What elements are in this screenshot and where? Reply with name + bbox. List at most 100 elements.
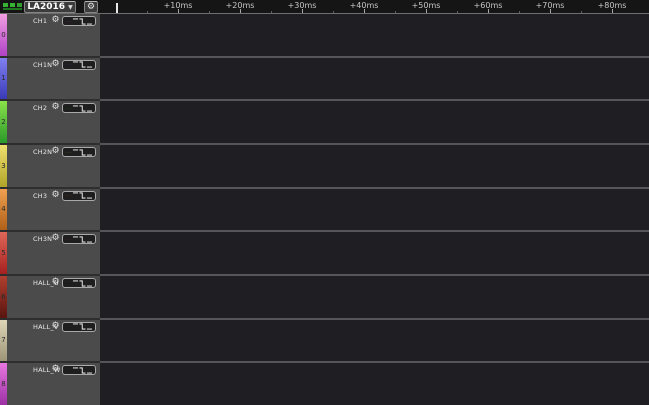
channel-settings-gear-icon[interactable]: ⚙ (50, 59, 61, 70)
falling-edge-trigger-icon[interactable] (79, 191, 86, 200)
trigger-mode-group (62, 147, 96, 157)
channel-number: 0 (0, 31, 7, 39)
falling-edge-trigger-icon[interactable] (79, 235, 86, 244)
waveform-area[interactable] (100, 363, 649, 405)
falling-edge-trigger-icon[interactable] (79, 148, 86, 157)
waveform-area[interactable] (100, 14, 649, 56)
minor-tick (519, 11, 520, 13)
rising-edge-trigger-icon[interactable] (65, 191, 72, 200)
rising-edge-trigger-icon[interactable] (65, 148, 72, 157)
low-level-trigger-icon[interactable] (86, 366, 93, 375)
channel-color-strip: 5 (0, 232, 7, 274)
waveform-area[interactable] (100, 189, 649, 231)
settings-button[interactable]: ⚙ (84, 1, 98, 13)
major-tick (240, 9, 241, 13)
trigger-mode-group (62, 365, 96, 375)
channel-color-strip: 1 (0, 58, 7, 100)
high-level-trigger-icon[interactable] (72, 104, 79, 113)
channel-settings-gear-icon[interactable]: ⚙ (50, 277, 61, 288)
channel-row: 2 CH2 ⚙ (0, 101, 649, 143)
waveform-area[interactable] (100, 58, 649, 100)
falling-edge-trigger-icon[interactable] (79, 104, 86, 113)
high-level-trigger-icon[interactable] (72, 366, 79, 375)
rising-edge-trigger-icon[interactable] (65, 235, 72, 244)
channel-number: 3 (0, 162, 7, 170)
channel-settings-gear-icon[interactable]: ⚙ (50, 102, 61, 113)
channel-row: 5 CH3N ⚙ (0, 232, 649, 274)
channel-number: 1 (0, 74, 7, 82)
rising-edge-trigger-icon[interactable] (65, 60, 72, 69)
trigger-mode-group (62, 278, 96, 288)
channel-panel: 5 CH3N ⚙ (0, 232, 100, 274)
channel-number: 6 (0, 293, 7, 301)
channel-settings-gear-icon[interactable]: ⚙ (50, 190, 61, 201)
major-tick (612, 9, 613, 13)
rising-edge-trigger-icon[interactable] (65, 104, 72, 113)
falling-edge-trigger-icon[interactable] (79, 17, 86, 26)
channel-row: 3 CH2N ⚙ (0, 145, 649, 187)
trigger-mode-group (62, 16, 96, 26)
high-level-trigger-icon[interactable] (72, 191, 79, 200)
channel-panel: 0 CH1 ⚙ (0, 14, 100, 56)
rising-edge-trigger-icon[interactable] (65, 279, 72, 288)
high-level-trigger-icon[interactable] (72, 322, 79, 331)
low-level-trigger-icon[interactable] (86, 148, 93, 157)
major-tick (550, 9, 551, 13)
channel-panel: 1 CH1N ⚙ (0, 58, 100, 100)
low-level-trigger-icon[interactable] (86, 322, 93, 331)
waveform-area[interactable] (100, 101, 649, 143)
channel-number: 4 (0, 205, 7, 213)
waveform-area[interactable] (100, 232, 649, 274)
major-tick (178, 9, 179, 13)
channel-panel: 8 HALL_W ⚙ (0, 363, 100, 405)
device-label: LA2016 (27, 2, 65, 12)
major-tick (364, 9, 365, 13)
rising-edge-trigger-icon[interactable] (65, 366, 72, 375)
waveform-area[interactable] (100, 320, 649, 362)
channel-color-strip: 8 (0, 363, 7, 405)
app-logo-icon (3, 3, 22, 11)
channel-settings-gear-icon[interactable]: ⚙ (50, 233, 61, 244)
channel-settings-gear-icon[interactable]: ⚙ (50, 321, 61, 332)
minor-tick (581, 11, 582, 13)
channel-settings-gear-icon[interactable]: ⚙ (50, 364, 61, 375)
channel-settings-gear-icon[interactable]: ⚙ (50, 146, 61, 157)
channel-row: 4 CH3 ⚙ (0, 189, 649, 231)
high-level-trigger-icon[interactable] (72, 17, 79, 26)
channel-settings-gear-icon[interactable]: ⚙ (50, 15, 61, 26)
falling-edge-trigger-icon[interactable] (79, 279, 86, 288)
low-level-trigger-icon[interactable] (86, 17, 93, 26)
low-level-trigger-icon[interactable] (86, 60, 93, 69)
low-level-trigger-icon[interactable] (86, 104, 93, 113)
channel-color-strip: 6 (0, 276, 7, 318)
waveform-area[interactable] (100, 145, 649, 187)
falling-edge-trigger-icon[interactable] (79, 366, 86, 375)
high-level-trigger-icon[interactable] (72, 279, 79, 288)
high-level-trigger-icon[interactable] (72, 235, 79, 244)
waveform-area[interactable] (100, 276, 649, 318)
channel-row: 0 CH1 ⚙ (0, 14, 649, 56)
high-level-trigger-icon[interactable] (72, 148, 79, 157)
falling-edge-trigger-icon[interactable] (79, 60, 86, 69)
channel-row: 8 HALL_W ⚙ (0, 363, 649, 405)
channel-panel: 4 CH3 ⚙ (0, 189, 100, 231)
high-level-trigger-icon[interactable] (72, 60, 79, 69)
channel-row: 1 CH1N ⚙ (0, 58, 649, 100)
trigger-mode-group (62, 191, 96, 201)
major-tick (488, 9, 489, 13)
rising-edge-trigger-icon[interactable] (65, 322, 72, 331)
device-selector[interactable]: LA2016 ▼ (24, 1, 76, 13)
channel-color-strip: 2 (0, 101, 7, 143)
minor-tick (457, 11, 458, 13)
trigger-mode-group (62, 322, 96, 332)
low-level-trigger-icon[interactable] (86, 235, 93, 244)
falling-edge-trigger-icon[interactable] (79, 322, 86, 331)
zero-marker-tick (116, 3, 118, 13)
minor-tick (333, 11, 334, 13)
channel-name: CH1 (33, 17, 47, 25)
low-level-trigger-icon[interactable] (86, 191, 93, 200)
timeline-ruler[interactable]: +10ms+20ms+30ms+40ms+50ms+60ms+70ms+80ms (100, 0, 649, 13)
channel-number: 8 (0, 380, 7, 388)
low-level-trigger-icon[interactable] (86, 279, 93, 288)
rising-edge-trigger-icon[interactable] (65, 17, 72, 26)
